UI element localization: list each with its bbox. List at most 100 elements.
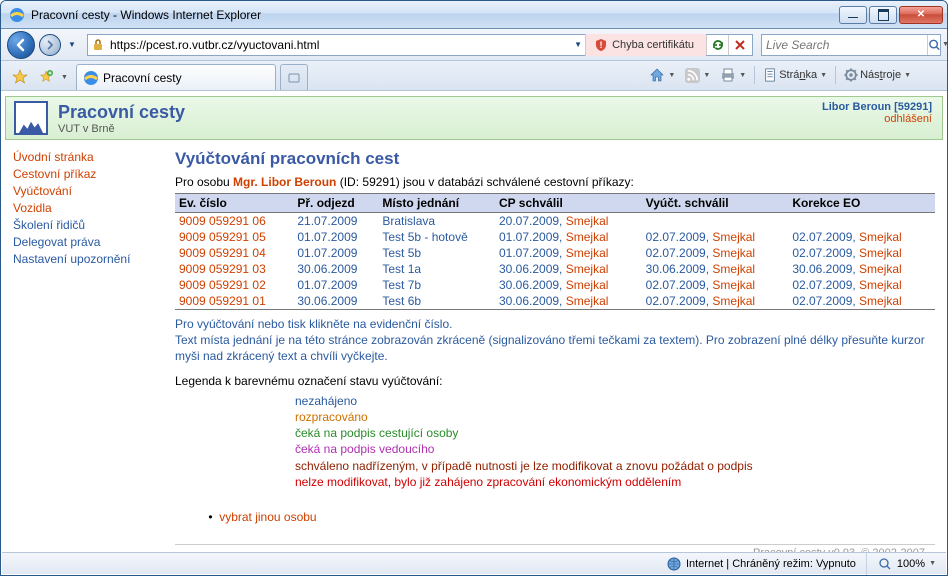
page-subtitle: VUT v Brně: [58, 123, 185, 135]
ev-link[interactable]: 9009 059291 04: [179, 246, 266, 260]
zoom-control[interactable]: 100% ▼: [867, 556, 946, 572]
home-button[interactable]: ▼: [647, 63, 677, 87]
forward-button[interactable]: [39, 34, 61, 56]
col-ev: Ev. číslo: [175, 194, 293, 213]
zoom-icon: [877, 556, 893, 572]
address-dropdown[interactable]: ▼: [571, 35, 585, 55]
cell-odjezd: 30.06.2009: [293, 261, 378, 277]
search-input[interactable]: [762, 36, 927, 54]
legend: nezahájenorozpracovánočeká na podpis ces…: [175, 393, 935, 490]
cell-cp: 20.07.2009, Smejkal: [495, 213, 642, 230]
cell-misto: Test 1a: [378, 261, 495, 277]
sidenav-item[interactable]: Vyúčtování: [13, 183, 175, 200]
cell-korekce: 30.06.2009, Smejkal: [788, 261, 935, 277]
cell-odjezd: 30.06.2009: [293, 293, 378, 310]
cell-ev: 9009 059291 06: [175, 213, 293, 230]
refresh-button[interactable]: [706, 35, 728, 55]
back-button[interactable]: [7, 31, 35, 59]
cell-odjezd: 01.07.2009: [293, 229, 378, 245]
ev-link[interactable]: 9009 059291 02: [179, 278, 266, 292]
cell-vyuct: 30.06.2009, Smejkal: [642, 261, 789, 277]
svg-text:!: !: [600, 40, 603, 50]
window-controls: ✕: [839, 6, 943, 24]
cell-ev: 9009 059291 03: [175, 261, 293, 277]
cell-misto: Test 5b - hotově: [378, 229, 495, 245]
globe-icon: [666, 556, 682, 572]
browser-tabbar: ▼ Pracovní cesty ▼ ▼ ▼ Stránka▼ Nástroje…: [1, 61, 947, 91]
cell-korekce: 02.07.2009, Smejkal: [788, 293, 935, 310]
legend-item: čeká na podpis cestující osoby: [175, 425, 935, 441]
ev-link[interactable]: 9009 059291 01: [179, 294, 266, 308]
add-favorite-button[interactable]: [35, 66, 57, 88]
feeds-button[interactable]: ▼: [683, 63, 712, 87]
user-box: Libor Beroun [59291] odhlášení: [822, 101, 932, 125]
cell-vyuct: 02.07.2009, Smejkal: [642, 277, 789, 293]
cell-vyuct: 02.07.2009, Smejkal: [642, 293, 789, 310]
cell-korekce: 02.07.2009, Smejkal: [788, 245, 935, 261]
ev-link[interactable]: 9009 059291 03: [179, 262, 266, 276]
cell-cp: 30.06.2009, Smejkal: [495, 261, 642, 277]
table-row: 9009 059291 05 01.07.2009Test 5b - hotově…: [175, 229, 935, 245]
window-titlebar: Pracovní cesty - Windows Internet Explor…: [1, 1, 947, 29]
tab-label: Pracovní cesty: [103, 71, 182, 85]
browser-navbar: ▼ ▼ ! Chyba certifikátu ▼: [1, 29, 947, 61]
certificate-error-badge[interactable]: ! Chyba certifikátu: [585, 34, 706, 56]
stop-button[interactable]: [728, 35, 750, 55]
user-name-link[interactable]: Libor Beroun [59291]: [822, 101, 932, 113]
page-menu-button[interactable]: Stránka▼: [761, 63, 829, 87]
page-footer: Pracovní cesty v0.93, © 2002-2007: [175, 544, 935, 552]
cell-misto: Bratislava: [378, 213, 495, 230]
select-other-row: • vybrat jinou osobu: [205, 510, 935, 524]
cell-vyuct: 02.07.2009, Smejkal: [642, 245, 789, 261]
address-bar: ▼ ! Chyba certifikátu: [87, 34, 753, 56]
status-zone[interactable]: Internet | Chráněný režim: Vypnuto: [656, 553, 867, 575]
command-bar: ▼ ▼ ▼ Stránka▼ Nástroje▼: [637, 60, 943, 90]
sidenav-item[interactable]: Nastavení upozornění: [13, 251, 175, 268]
favorites-button[interactable]: [9, 66, 31, 88]
print-button[interactable]: ▼: [718, 63, 748, 87]
logout-link[interactable]: odhlášení: [884, 113, 932, 125]
sidenav-item[interactable]: Delegovat práva: [13, 234, 175, 251]
close-button[interactable]: ✕: [899, 6, 943, 24]
lock-icon: [90, 37, 106, 53]
ev-link[interactable]: 9009 059291 06: [179, 214, 266, 228]
intro-text: Pro osobu Mgr. Libor Beroun (ID: 59291) …: [175, 175, 935, 189]
col-odjezd: Př. odjezd: [293, 194, 378, 213]
new-tab-button[interactable]: [280, 64, 308, 90]
sidenav-item[interactable]: Úvodní stránka: [13, 149, 175, 166]
select-other-person-link[interactable]: vybrat jinou osobu: [219, 510, 316, 524]
legend-item: schváleno nadřízeným, v případě nutnosti…: [175, 458, 935, 474]
shield-error-icon: !: [594, 38, 608, 52]
sidenav-item[interactable]: Cestovní příkaz: [13, 166, 175, 183]
page-content: Pracovní cesty VUT v Brně Libor Beroun […: [2, 96, 946, 552]
cell-odjezd: 01.07.2009: [293, 277, 378, 293]
search-button[interactable]: ▼: [927, 35, 948, 55]
intro-suffix: (ID: 59291) jsou v databázi schválené ce…: [336, 175, 634, 189]
table-row: 9009 059291 0201.07.2009Test 7b30.06.200…: [175, 277, 935, 293]
trips-table: Ev. číslo Př. odjezd Místo jednání CP sc…: [175, 193, 935, 310]
table-row: 9009 059291 0130.06.2009Test 6b30.06.200…: [175, 293, 935, 310]
maximize-button[interactable]: [869, 6, 897, 24]
legend-item: čeká na podpis vedoucího: [175, 441, 935, 457]
col-cp: CP schválil: [495, 194, 642, 213]
cell-ev: 9009 059291 01: [175, 293, 293, 310]
main-heading: Vyúčtování pracovních cest: [175, 149, 935, 169]
legend-item: nezahájeno: [175, 393, 935, 409]
address-input[interactable]: [108, 36, 571, 54]
ev-link[interactable]: 9009 059291 05: [179, 230, 266, 244]
window-title: Pracovní cesty - Windows Internet Explor…: [31, 8, 839, 22]
cell-vyuct: 02.07.2009, Smejkal: [642, 229, 789, 245]
page-title: Pracovní cesty: [58, 102, 185, 123]
tools-menu-button[interactable]: Nástroje▼: [842, 63, 913, 87]
tab-active[interactable]: Pracovní cesty: [76, 64, 276, 90]
cell-korekce: [788, 213, 935, 230]
nav-history-dropdown[interactable]: ▼: [65, 35, 79, 55]
table-row: 9009 059291 06 21.07.2009Bratislava20.07.…: [175, 213, 935, 230]
sidenav-item[interactable]: Vozidla: [13, 200, 175, 217]
cell-misto: Test 7b: [378, 277, 495, 293]
col-korekce: Korekce EO: [788, 194, 935, 213]
tab-favicon-ie: [83, 70, 99, 86]
minimize-button[interactable]: [839, 6, 867, 24]
cell-odjezd: 21.07.2009: [293, 213, 378, 230]
sidenav-item[interactable]: Školení řidičů: [13, 217, 175, 234]
